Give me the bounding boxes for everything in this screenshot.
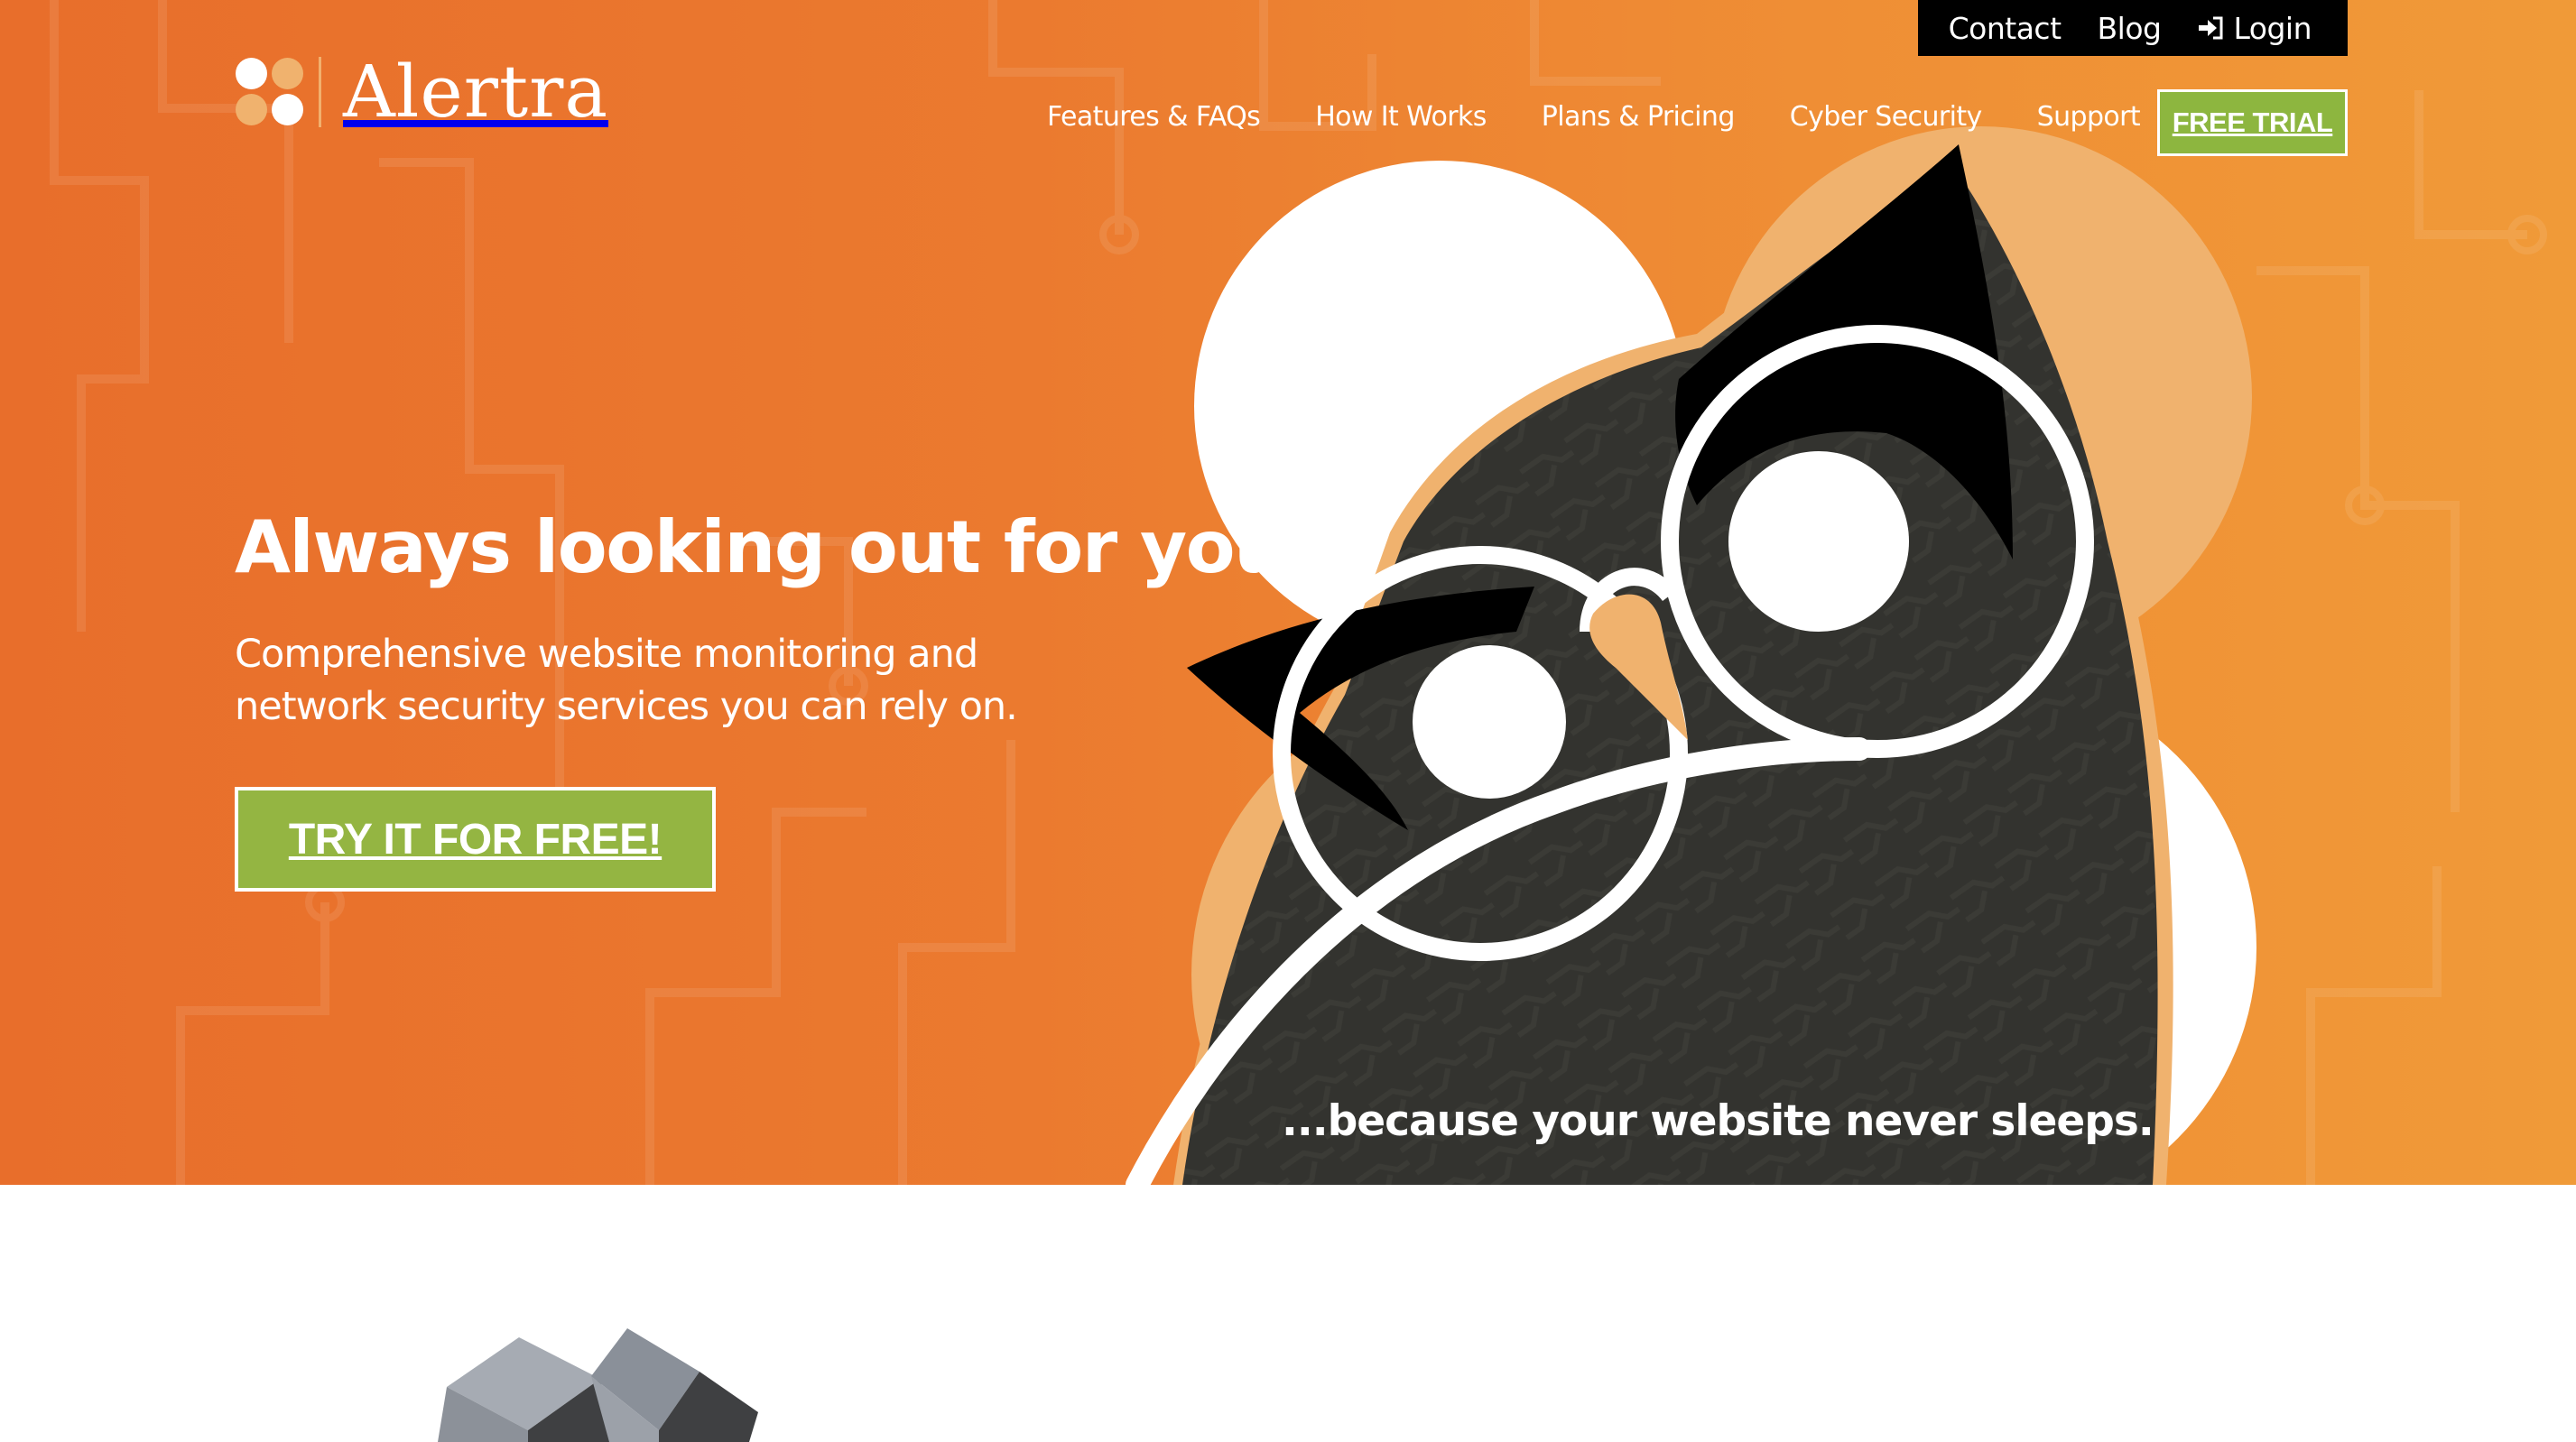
utility-nav-contact-label: Contact	[1948, 10, 2062, 46]
owl-right-eye	[1728, 451, 1909, 632]
logo-text: Alertra	[343, 50, 609, 134]
owl-illustration	[1126, 126, 2256, 1185]
free-trial-button[interactable]: FREE TRIAL	[2157, 89, 2348, 156]
hero-headline: Always looking out for you.	[235, 505, 1311, 589]
hero-tagline: ...because your website never sleeps.	[1282, 1096, 2154, 1146]
hero-subhead: Comprehensive website monitoring and net…	[235, 632, 1018, 729]
sign-in-icon	[2199, 16, 2223, 40]
nav-features-faqs[interactable]: Features & FAQs	[1047, 101, 1261, 133]
utility-nav-login[interactable]: Login	[2197, 11, 2312, 46]
logo[interactable]: Alertra	[236, 56, 608, 128]
logo-divider	[319, 57, 321, 127]
utility-nav-login-label: Login	[2233, 10, 2312, 46]
utility-nav-contact[interactable]: Contact	[1949, 11, 2062, 46]
nav-how-it-works[interactable]: How It Works	[1315, 101, 1487, 133]
utility-nav-blog[interactable]: Blog	[2098, 11, 2162, 46]
owl-left-eye	[1413, 645, 1566, 799]
nav-plans-pricing[interactable]: Plans & Pricing	[1542, 101, 1736, 133]
cubes-illustration	[438, 1328, 758, 1442]
logo-mark-icon	[236, 58, 304, 126]
utility-nav: Contact Blog Login	[1918, 0, 2348, 56]
nav-support[interactable]: Support	[2037, 101, 2141, 133]
utility-nav-blog-label: Blog	[2097, 10, 2162, 46]
nav-cyber-security[interactable]: Cyber Security	[1790, 101, 1982, 133]
hero-section: Contact Blog Login Alertra Features & FA…	[0, 0, 2576, 1185]
main-nav: Features & FAQs How It Works Plans & Pri…	[1047, 101, 2141, 133]
try-it-free-button[interactable]: TRY IT FOR FREE!	[235, 787, 716, 892]
